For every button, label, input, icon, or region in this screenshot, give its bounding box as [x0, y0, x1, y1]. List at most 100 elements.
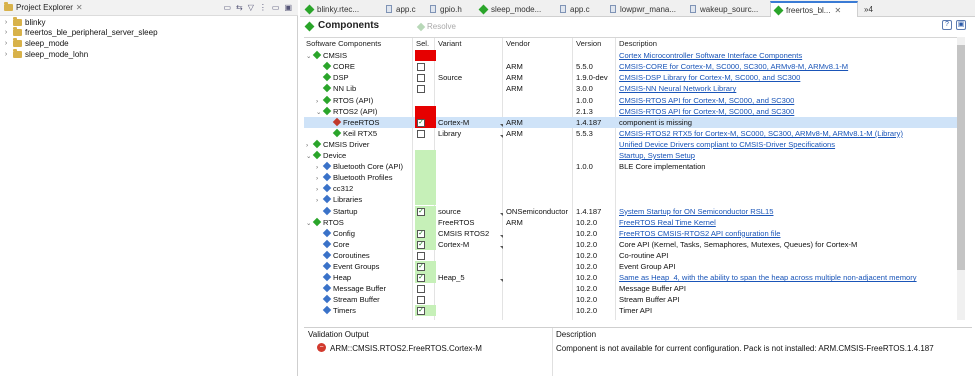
column-header[interactable]: Description: [619, 38, 959, 49]
close-icon[interactable]: ✕: [76, 3, 83, 12]
link-editor-icon[interactable]: ⇆: [236, 3, 243, 12]
project-item-blinky[interactable]: › blinky: [2, 16, 158, 28]
table-row[interactable]: Core ✓ Cortex-M 10.2.0 Core API (Kernel, Tas…: [304, 238, 964, 250]
chevron-right-icon[interactable]: ›: [316, 195, 324, 205]
table-row[interactable]: Heap ✓ Heap_5 10.2.0 Same as Heap_4, with th…: [304, 272, 964, 284]
description-link[interactable]: Unified Device Drivers compliant to CMSI…: [619, 139, 959, 150]
table-row[interactable]: FreeRTOS ✓ Cortex-M ARM 1.4.187 component is …: [304, 116, 964, 128]
chevron-right-icon[interactable]: ›: [2, 51, 10, 58]
table-row[interactable]: Startup ✓ source ONSemiconductor 1.4.187 Syst…: [304, 205, 964, 217]
table-row[interactable]: › RTOS (API) 1.0.0 CMSIS-RTOS API for Corte…: [304, 95, 964, 106]
description-link[interactable]: CMSIS-RTOS API for Cortex-M, SC000, and …: [619, 106, 959, 117]
collapse-all-icon[interactable]: ▭: [223, 3, 231, 12]
more-tabs-button[interactable]: »4: [860, 1, 884, 17]
variant-cell[interactable]: Heap_5: [438, 272, 506, 283]
table-row[interactable]: Keil RTX5 Library ARM 5.5.3 CMSIS-RTOS2 RTX5…: [304, 128, 964, 139]
minimize-icon[interactable]: ▭: [272, 3, 280, 12]
column-header[interactable]: Software Components: [306, 38, 416, 49]
select-checkbox[interactable]: ✓: [417, 263, 425, 271]
description-link[interactable]: FreeRTOS CMSIS-RTOS2 API configuration f…: [619, 228, 959, 239]
description-link[interactable]: CMSIS-RTOS2 RTX5 for Cortex-M, SC000, SC…: [619, 128, 959, 139]
maximize-icon[interactable]: ▣: [284, 3, 292, 12]
table-row[interactable]: ⌄ Device Startup, System Setup: [304, 150, 964, 162]
variant-cell[interactable]: Cortex-M: [438, 239, 506, 250]
project-item-sleep-mode-lohn[interactable]: › sleep_mode_lohn: [2, 48, 158, 60]
description-link[interactable]: Same as Heap_4, with the ability to span…: [619, 272, 959, 283]
variant-cell[interactable]: source: [438, 206, 506, 217]
select-checkbox[interactable]: [417, 296, 425, 305]
chevron-right-icon[interactable]: ›: [316, 173, 324, 183]
view-menu-icon[interactable]: ⋮: [259, 3, 267, 12]
resolve-button[interactable]: Resolve: [416, 22, 456, 31]
editor-tab[interactable]: app.c: [556, 1, 606, 17]
column-header[interactable]: Variant: [438, 38, 506, 49]
chevron-right-icon[interactable]: ›: [2, 40, 10, 47]
description-link[interactable]: CMSIS-DSP Library for Cortex-M, SC000, a…: [619, 72, 959, 83]
editor-tab[interactable]: blinky.rtec...: [302, 1, 382, 17]
variant-cell[interactable]: Library: [438, 128, 506, 139]
chevron-down-icon[interactable]: ⌄: [306, 51, 314, 61]
table-row[interactable]: Timers ✓ 10.2.0 Timer API: [304, 305, 964, 317]
table-row[interactable]: › Bluetooth Core (API) 1.0.0 BLE Core imple…: [304, 161, 964, 173]
description-link[interactable]: System Startup for ON Semiconductor RSL1…: [619, 206, 959, 217]
select-checkbox[interactable]: [417, 63, 425, 72]
editor-tab[interactable]: app.c: [382, 1, 426, 17]
editor-tab[interactable]: lowpwr_mana...: [606, 1, 686, 17]
table-row[interactable]: Stream Buffer 10.2.0 Stream Buffer API: [304, 294, 964, 305]
project-explorer-tab[interactable]: Project Explorer ✕: [4, 2, 83, 12]
dropdown-arrow-icon[interactable]: [500, 212, 503, 216]
chevron-down-icon[interactable]: ⌄: [306, 151, 314, 161]
close-icon[interactable]: ✕: [834, 6, 841, 15]
table-row[interactable]: Event Groups ✓ 10.2.0 Event Group API: [304, 261, 964, 273]
editor-tab[interactable]: sleep_mode...: [476, 1, 556, 17]
select-checkbox[interactable]: [417, 74, 425, 83]
select-checkbox[interactable]: ✓: [417, 307, 425, 316]
validation-row[interactable]: − ARM::CMSIS.RTOS2.FreeRTOS.Cortex-M Com…: [304, 342, 972, 354]
description-link[interactable]: Startup, System Setup: [619, 150, 959, 161]
variant-cell[interactable]: CMSIS RTOS2: [438, 228, 506, 239]
description-link[interactable]: CMSIS-RTOS API for Cortex-M, SC000, and …: [619, 95, 959, 106]
description-link[interactable]: FreeRTOS Real Time Kernel: [619, 217, 959, 228]
chevron-right-icon[interactable]: ›: [316, 184, 324, 194]
table-row[interactable]: ⌄ CMSIS Cortex Microcontroller Software In…: [304, 50, 964, 62]
editor-tab[interactable]: wakeup_sourc...: [686, 1, 770, 17]
table-row[interactable]: Coroutines 10.2.0 Co-routine API: [304, 250, 964, 261]
table-row[interactable]: › Bluetooth Profiles: [304, 172, 964, 184]
project-item-sleep-mode[interactable]: › sleep_mode: [2, 37, 158, 49]
chevron-right-icon[interactable]: ›: [2, 29, 10, 36]
chevron-right-icon[interactable]: ›: [2, 19, 10, 26]
help-icon[interactable]: ?: [942, 20, 952, 30]
select-checkbox[interactable]: [417, 85, 425, 94]
editor-tab-active[interactable]: freertos_bl... ✕: [770, 1, 858, 17]
select-checkbox[interactable]: ✓: [417, 118, 425, 127]
description-link[interactable]: CMSIS-CORE for Cortex-M, SC000, SC300, A…: [619, 61, 959, 72]
filter-icon[interactable]: ▽: [248, 3, 254, 12]
column-header[interactable]: Sel.: [416, 38, 438, 49]
dropdown-arrow-icon[interactable]: [500, 134, 503, 138]
table-row[interactable]: Message Buffer 10.2.0 Message Buffer API: [304, 283, 964, 294]
dropdown-arrow-icon[interactable]: [500, 245, 503, 249]
scrollbar-thumb[interactable]: [957, 45, 965, 270]
variant-cell[interactable]: Cortex-M: [438, 117, 506, 128]
table-row[interactable]: ⌄ RTOS FreeRTOS ARM 10.2.0 FreeRTOS Real Time…: [304, 216, 964, 228]
select-checkbox[interactable]: [417, 285, 425, 294]
dropdown-arrow-icon[interactable]: [500, 279, 503, 283]
select-checkbox[interactable]: ✓: [417, 274, 425, 283]
column-header[interactable]: Vendor: [506, 38, 576, 49]
select-checkbox[interactable]: [417, 251, 425, 260]
select-checkbox[interactable]: [417, 129, 425, 138]
table-row[interactable]: › cc312: [304, 183, 964, 195]
select-checkbox[interactable]: ✓: [417, 229, 425, 238]
table-row[interactable]: Config ✓ CMSIS RTOS2 10.2.0 FreeRTOS CMSIS-R…: [304, 227, 964, 239]
table-row[interactable]: ⌄ RTOS2 (API) 2.1.3 CMSIS-RTOS API for Cort…: [304, 105, 964, 117]
description-link[interactable]: CMSIS-NN Neural Network Library: [619, 83, 959, 94]
editor-tab[interactable]: gpio.h: [426, 1, 476, 17]
chevron-right-icon[interactable]: ›: [316, 162, 324, 172]
table-row[interactable]: NN Lib ARM 3.0.0 CMSIS-NN Neural Network Li…: [304, 83, 964, 94]
dropdown-arrow-icon[interactable]: [500, 234, 503, 238]
table-row[interactable]: › CMSIS Driver Unified Device Drivers comp…: [304, 139, 964, 150]
table-row[interactable]: CORE ARM 5.5.0 CMSIS-CORE for Cortex-M, SC0…: [304, 61, 964, 72]
description-link[interactable]: Cortex Microcontroller Software Interfac…: [619, 50, 959, 61]
save-icon[interactable]: ▣: [956, 20, 966, 30]
dropdown-arrow-icon[interactable]: [500, 123, 503, 127]
